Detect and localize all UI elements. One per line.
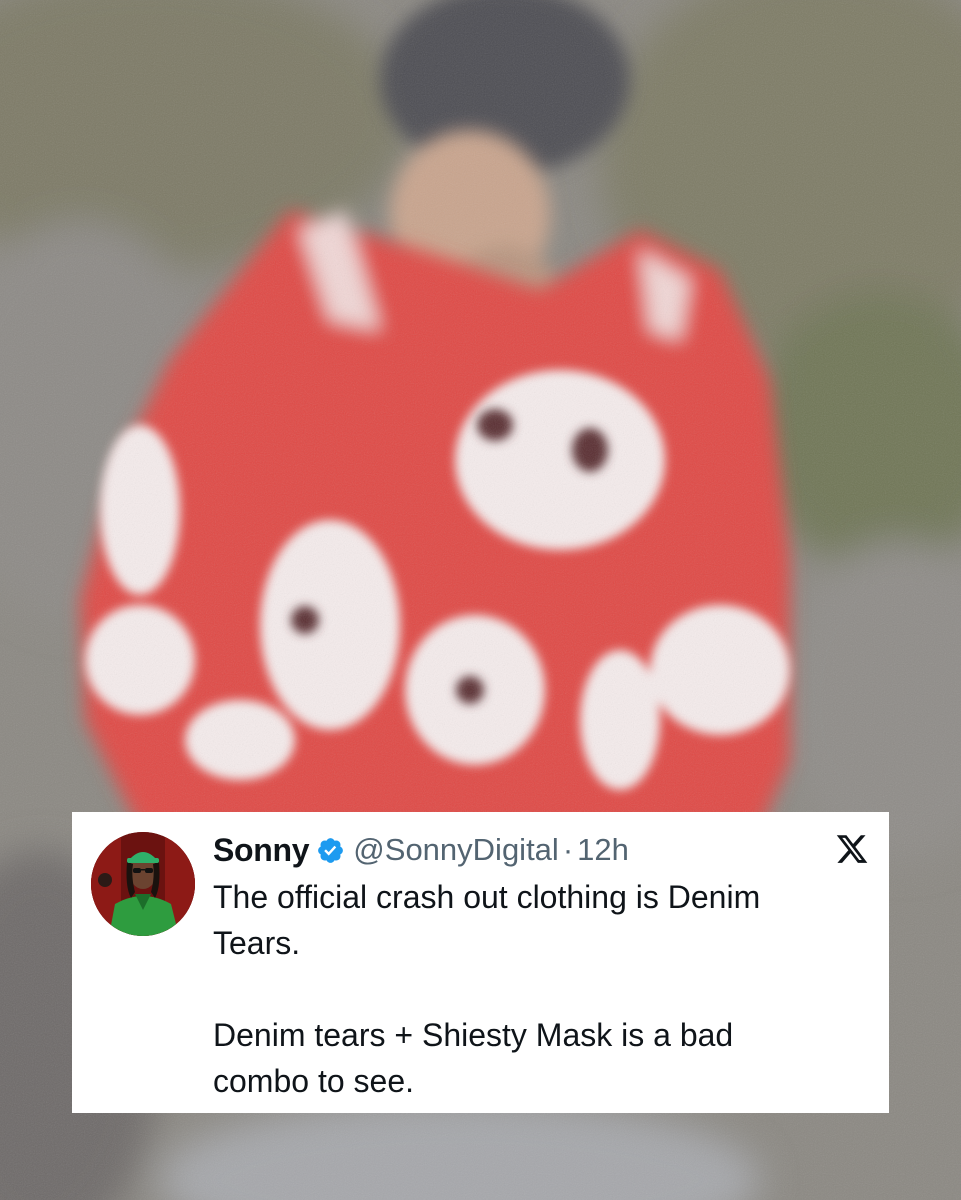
tweet-text-line: combo to see.	[213, 1063, 414, 1099]
user-handle[interactable]: @SonnyDigital	[353, 832, 559, 868]
tweet-timestamp[interactable]: 12h	[577, 832, 629, 868]
tweet-text: The official crash out clothing is Denim…	[213, 874, 853, 1104]
x-logo-icon	[834, 832, 870, 866]
avatar[interactable]	[91, 832, 195, 936]
display-name[interactable]: Sonny	[213, 832, 310, 869]
separator-dot: ·	[562, 832, 574, 867]
verified-badge-icon	[316, 836, 345, 865]
tweet-text-line: Tears.	[213, 925, 301, 961]
tweet-text-line: Denim tears + Shiesty Mask is a bad	[213, 1017, 734, 1053]
tweet-header: Sonny @SonnyDigital · 12h	[213, 828, 629, 872]
tweet-text-line: The official crash out clothing is Denim	[213, 879, 761, 915]
tweet-card: Sonny @SonnyDigital · 12h The official c…	[72, 812, 889, 1113]
